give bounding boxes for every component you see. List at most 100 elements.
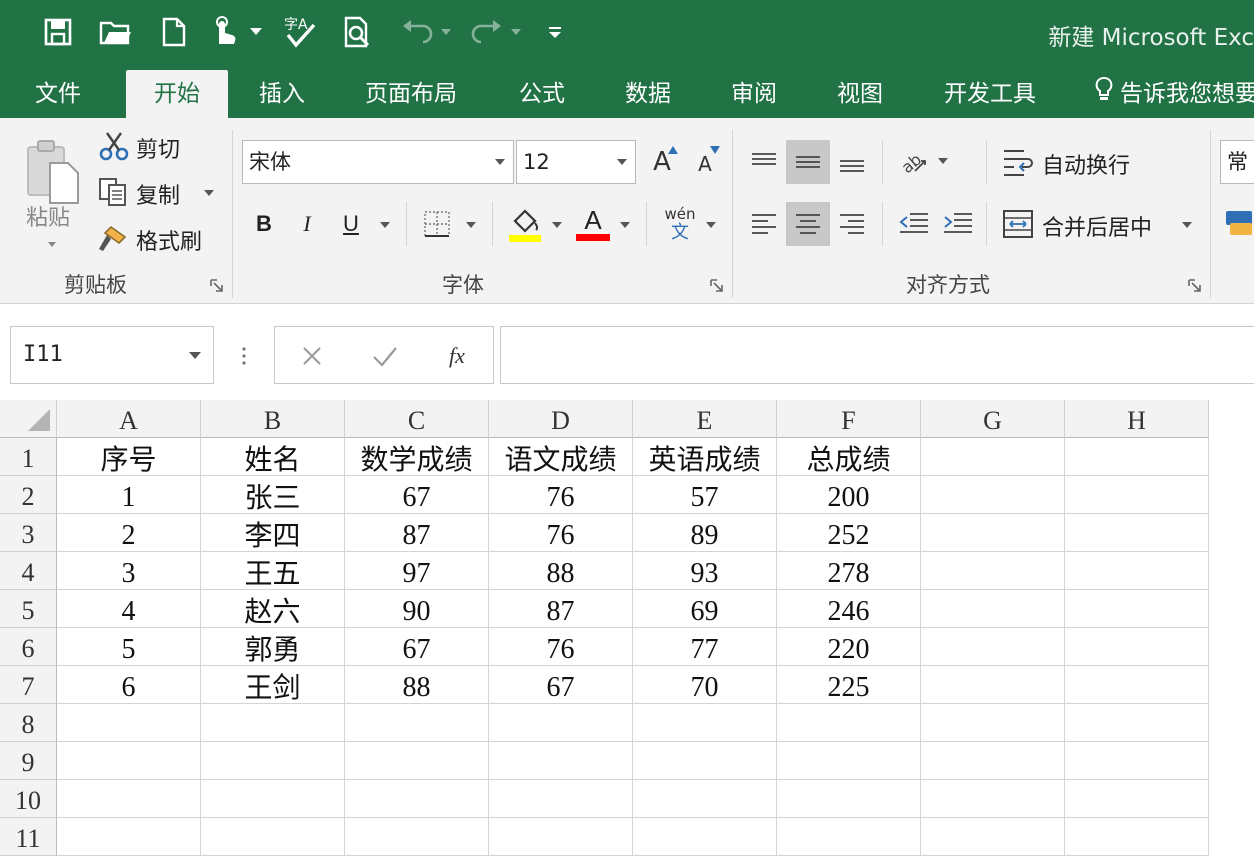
shrink-font-button[interactable]: A xyxy=(688,146,722,182)
cell[interactable] xyxy=(633,704,777,742)
cell[interactable] xyxy=(921,818,1065,856)
cell[interactable] xyxy=(1065,818,1209,856)
underline-dropdown-icon[interactable] xyxy=(380,222,390,228)
tab-review[interactable]: 审阅 xyxy=(712,70,796,118)
row-header[interactable]: 10 xyxy=(0,780,57,818)
cell[interactable]: 70 xyxy=(633,666,777,704)
cell[interactable]: 246 xyxy=(777,590,921,628)
column-header-h[interactable]: H xyxy=(1065,400,1209,438)
column-header-a[interactable]: A xyxy=(57,400,201,438)
tab-home[interactable]: 开始 xyxy=(126,70,228,118)
cell[interactable] xyxy=(345,818,489,856)
name-box[interactable]: I11 xyxy=(10,326,214,384)
italic-button[interactable]: I xyxy=(292,206,322,242)
cell[interactable] xyxy=(1065,780,1209,818)
cell[interactable]: 赵六 xyxy=(201,590,345,628)
redo-icon[interactable] xyxy=(466,12,506,52)
cell[interactable] xyxy=(921,628,1065,666)
cell[interactable]: 87 xyxy=(489,590,633,628)
tab-data[interactable]: 数据 xyxy=(606,70,690,118)
cell[interactable] xyxy=(921,438,1065,476)
paste-button[interactable]: 粘贴 xyxy=(26,200,70,232)
cell[interactable] xyxy=(921,590,1065,628)
cell[interactable] xyxy=(921,552,1065,590)
header-cell[interactable]: 序号 xyxy=(57,438,201,476)
cell[interactable] xyxy=(1065,438,1209,476)
cell[interactable] xyxy=(57,704,201,742)
cell[interactable]: 4 xyxy=(57,590,201,628)
cut-button[interactable]: 剪切 xyxy=(136,132,180,164)
cell[interactable] xyxy=(1065,476,1209,514)
clipboard-launcher-icon[interactable] xyxy=(210,278,224,292)
font-size-combo[interactable]: 12 xyxy=(516,140,636,184)
more-options-icon[interactable] xyxy=(236,342,252,370)
alignment-launcher-icon[interactable] xyxy=(1188,278,1202,292)
column-header-g[interactable]: G xyxy=(921,400,1065,438)
bottom-align-icon[interactable] xyxy=(832,140,872,184)
row-header[interactable]: 4 xyxy=(0,552,57,590)
cell[interactable] xyxy=(921,476,1065,514)
chevron-down-icon[interactable] xyxy=(495,159,505,165)
column-header-e[interactable]: E xyxy=(633,400,777,438)
row-header[interactable]: 11 xyxy=(0,818,57,856)
cell[interactable] xyxy=(921,742,1065,780)
copy-button[interactable]: 复制 xyxy=(136,178,180,210)
tab-formulas[interactable]: 公式 xyxy=(500,70,584,118)
cell[interactable]: 77 xyxy=(633,628,777,666)
cell[interactable] xyxy=(777,780,921,818)
header-cell[interactable]: 英语成绩 xyxy=(633,438,777,476)
column-header-d[interactable]: D xyxy=(489,400,633,438)
cell[interactable]: 76 xyxy=(489,476,633,514)
cell[interactable] xyxy=(921,666,1065,704)
header-cell[interactable]: 总成绩 xyxy=(777,438,921,476)
chevron-down-icon[interactable] xyxy=(510,12,522,52)
cell[interactable] xyxy=(633,780,777,818)
cell[interactable] xyxy=(633,742,777,780)
tab-view[interactable]: 视图 xyxy=(818,70,902,118)
cell[interactable] xyxy=(57,780,201,818)
row-header[interactable]: 6 xyxy=(0,628,57,666)
chevron-down-icon[interactable] xyxy=(440,12,452,52)
font-name-combo[interactable]: 宋体 xyxy=(242,140,514,184)
top-align-icon[interactable] xyxy=(744,140,784,184)
cell[interactable] xyxy=(201,704,345,742)
column-header-c[interactable]: C xyxy=(345,400,489,438)
cell[interactable]: 220 xyxy=(777,628,921,666)
save-icon[interactable] xyxy=(40,12,76,52)
cell[interactable]: 278 xyxy=(777,552,921,590)
undo-icon[interactable] xyxy=(398,12,438,52)
cell[interactable] xyxy=(1065,628,1209,666)
cell[interactable]: 97 xyxy=(345,552,489,590)
font-color-dropdown-icon[interactable] xyxy=(620,222,630,228)
tab-insert[interactable]: 插入 xyxy=(240,70,324,118)
decrease-indent-icon[interactable] xyxy=(894,202,934,246)
chevron-down-icon[interactable] xyxy=(189,352,201,359)
borders-icon[interactable] xyxy=(420,206,454,242)
cell[interactable] xyxy=(1065,590,1209,628)
chevron-down-icon[interactable] xyxy=(248,12,264,52)
phonetic-dropdown-icon[interactable] xyxy=(706,222,716,228)
align-right-icon[interactable] xyxy=(832,202,872,246)
font-color-button[interactable]: A xyxy=(574,202,612,244)
header-cell[interactable]: 数学成绩 xyxy=(345,438,489,476)
enter-check-icon[interactable] xyxy=(369,341,401,371)
customize-toolbar-icon[interactable] xyxy=(546,12,564,52)
cell[interactable]: 5 xyxy=(57,628,201,666)
spelling-check-icon[interactable]: 字A xyxy=(280,12,320,52)
cell[interactable] xyxy=(201,818,345,856)
format-painter-button[interactable]: 格式刷 xyxy=(136,224,202,256)
tab-developer[interactable]: 开发工具 xyxy=(930,70,1050,118)
cancel-icon[interactable] xyxy=(297,341,327,371)
cell[interactable] xyxy=(921,704,1065,742)
phonetic-guide-button[interactable]: wén 文 xyxy=(660,202,700,246)
row-header[interactable]: 9 xyxy=(0,742,57,780)
insert-function-button[interactable]: fx xyxy=(439,339,475,373)
cell[interactable] xyxy=(201,780,345,818)
cell[interactable] xyxy=(1065,704,1209,742)
cell[interactable]: 200 xyxy=(777,476,921,514)
column-header-b[interactable]: B xyxy=(201,400,345,438)
middle-align-icon[interactable] xyxy=(786,140,830,184)
cell[interactable]: 57 xyxy=(633,476,777,514)
align-left-icon[interactable] xyxy=(744,202,784,246)
cell[interactable]: 88 xyxy=(345,666,489,704)
